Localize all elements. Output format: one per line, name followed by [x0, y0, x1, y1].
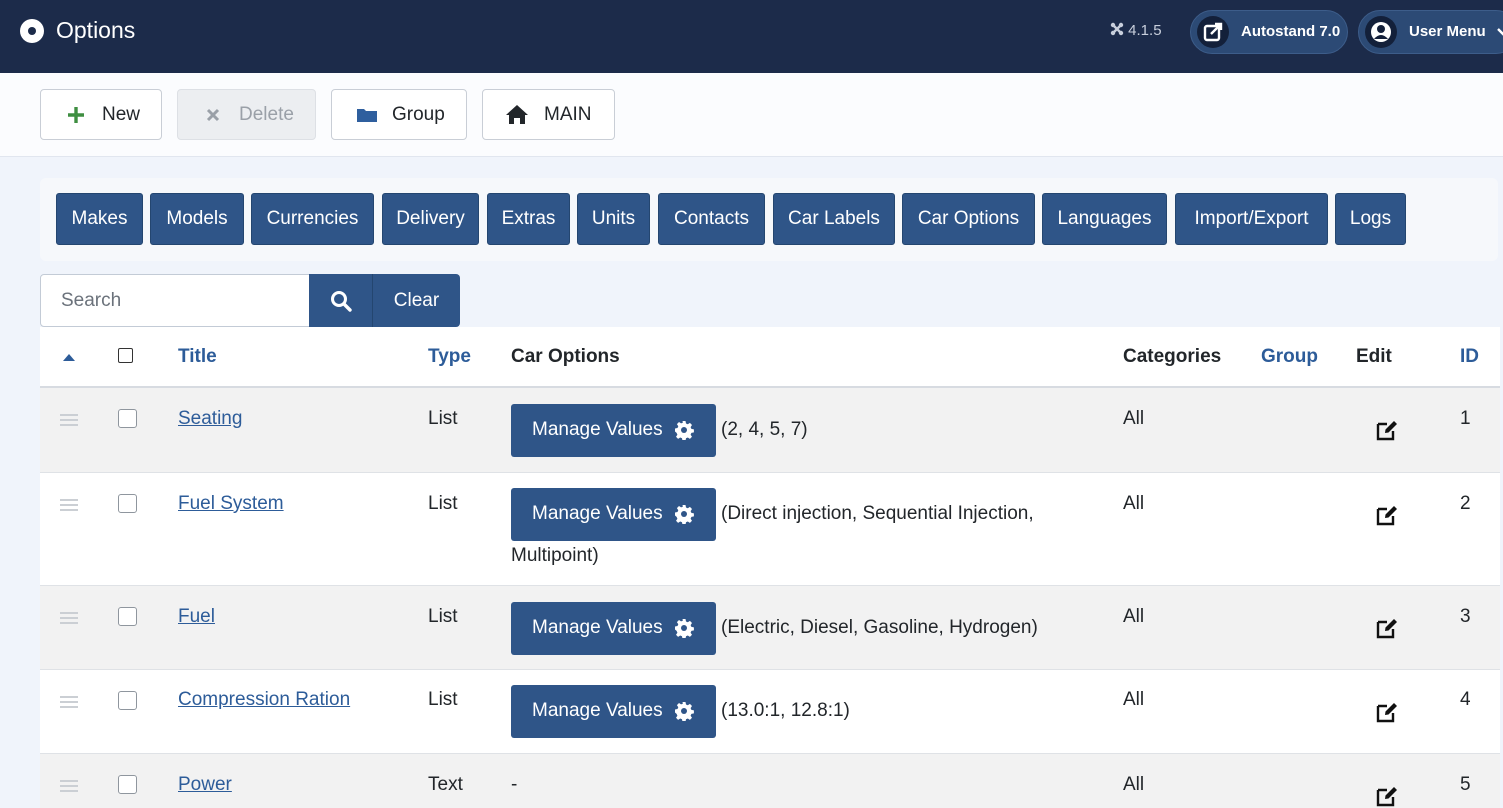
- nav-makes[interactable]: Makes: [56, 193, 143, 245]
- header-edit: Edit: [1356, 346, 1392, 367]
- close-icon: [206, 108, 220, 122]
- row-type: List: [428, 689, 458, 710]
- row-id: 3: [1460, 606, 1471, 627]
- row-title-link[interactable]: Power: [178, 774, 232, 796]
- version-text: 4.1.5: [1128, 22, 1162, 39]
- external-link-icon: [1197, 16, 1229, 48]
- row-checkbox[interactable]: [118, 775, 137, 794]
- search-button[interactable]: [309, 274, 372, 327]
- option-values: (13.0:1, 12.8:1): [721, 700, 850, 721]
- row-categories: All: [1123, 408, 1145, 429]
- option-values: -: [511, 774, 518, 795]
- row-id: 1: [1460, 408, 1471, 429]
- row-checkbox[interactable]: [118, 409, 137, 428]
- drag-handle-icon[interactable]: [60, 414, 78, 426]
- search-input[interactable]: Search: [40, 274, 310, 327]
- row-checkbox[interactable]: [118, 691, 137, 710]
- user-menu-label: User Menu: [1409, 23, 1486, 40]
- group-button-label: Group: [392, 104, 445, 125]
- row-id: 5: [1460, 774, 1471, 795]
- top-header: Options 4.1.5 Autostand 7.0 User Menu: [0, 0, 1503, 73]
- nav-contacts[interactable]: Contacts: [658, 193, 765, 245]
- row-type: Text: [428, 774, 463, 795]
- row-checkbox[interactable]: [118, 494, 137, 513]
- table-row: Fuel System List Manage Values (Direct i…: [40, 473, 1500, 586]
- row-id: 4: [1460, 689, 1471, 710]
- row-categories: All: [1123, 606, 1145, 627]
- table-row: Fuel List Manage Values (Electric, Diese…: [40, 586, 1500, 670]
- nav-car-options[interactable]: Car Options: [902, 193, 1035, 245]
- page-title: Options: [56, 17, 136, 43]
- edit-icon[interactable]: [1375, 700, 1399, 724]
- delete-button-label: Delete: [239, 104, 294, 125]
- row-categories: All: [1123, 774, 1145, 795]
- nav-delivery[interactable]: Delivery: [382, 193, 479, 245]
- joomla-options-icon: [20, 19, 44, 43]
- sort-ascending-icon[interactable]: [62, 352, 76, 362]
- row-categories: All: [1123, 689, 1145, 710]
- row-title-link[interactable]: Seating: [178, 408, 242, 430]
- nav-models[interactable]: Models: [150, 193, 244, 245]
- version-label: 4.1.5: [1110, 22, 1162, 39]
- plus-icon: [68, 107, 84, 123]
- nav-currencies[interactable]: Currencies: [251, 193, 374, 245]
- group-button[interactable]: Group: [331, 89, 467, 140]
- header-categories: Categories: [1123, 346, 1222, 367]
- clear-button[interactable]: Clear: [372, 274, 460, 327]
- drag-handle-icon[interactable]: [60, 780, 78, 792]
- main-button-label: MAIN: [544, 104, 592, 125]
- nav-units[interactable]: Units: [577, 193, 650, 245]
- header-id[interactable]: ID: [1460, 346, 1479, 368]
- nav-languages[interactable]: Languages: [1042, 193, 1167, 245]
- option-values: (2, 4, 5, 7): [721, 419, 808, 440]
- toolbar: New Delete Group MAIN: [0, 73, 1503, 157]
- nav-extras[interactable]: Extras: [487, 193, 570, 245]
- home-icon: [506, 105, 528, 124]
- new-button-label: New: [102, 104, 141, 125]
- table-row: Compression Ration List Manage Values (1…: [40, 670, 1500, 754]
- row-title-link[interactable]: Fuel: [178, 606, 215, 628]
- nav-logs[interactable]: Logs: [1335, 193, 1406, 245]
- header-type[interactable]: Type: [428, 346, 471, 368]
- edit-icon[interactable]: [1375, 616, 1399, 640]
- header-car-options: Car Options: [511, 346, 620, 367]
- header-title[interactable]: Title: [178, 346, 217, 368]
- new-button[interactable]: New: [40, 89, 162, 140]
- drag-handle-icon[interactable]: [60, 612, 78, 624]
- edit-icon[interactable]: [1375, 418, 1399, 442]
- chevron-down-icon: [1497, 28, 1503, 36]
- delete-button[interactable]: Delete: [177, 89, 316, 140]
- folder-icon: [357, 109, 377, 122]
- nav-car-labels[interactable]: Car Labels: [773, 193, 895, 245]
- main-button[interactable]: MAIN: [482, 89, 615, 140]
- table-row: Power Text - All 5: [40, 754, 1500, 808]
- option-values: (Electric, Diesel, Gasoline, Hydrogen): [721, 617, 1038, 638]
- row-type: List: [428, 493, 458, 514]
- row-title-link[interactable]: Compression Ration: [178, 689, 350, 711]
- row-categories: All: [1123, 493, 1145, 514]
- search-icon: [331, 291, 352, 312]
- table-header: Title Type Car Options Categories Group …: [40, 327, 1500, 388]
- edit-icon[interactable]: [1375, 503, 1399, 527]
- user-avatar-icon: [1365, 16, 1397, 48]
- select-all-checkbox[interactable]: [118, 348, 133, 363]
- drag-handle-icon[interactable]: [60, 499, 78, 511]
- row-checkbox[interactable]: [118, 607, 137, 626]
- drag-handle-icon[interactable]: [60, 696, 78, 708]
- nav-import-export[interactable]: Import/Export: [1175, 193, 1328, 245]
- option-values: (Direct injection, Sequential Injection,…: [511, 503, 1034, 566]
- edit-icon[interactable]: [1375, 784, 1399, 808]
- header-group[interactable]: Group: [1261, 346, 1318, 368]
- joomla-icon: [1110, 22, 1124, 36]
- row-id: 2: [1460, 493, 1471, 514]
- row-type: List: [428, 606, 458, 627]
- user-menu-button[interactable]: User Menu: [1358, 10, 1503, 54]
- sub-navigation: Makes Models Currencies Delivery Extras …: [40, 178, 1498, 261]
- site-link-button[interactable]: Autostand 7.0: [1190, 10, 1348, 54]
- row-title-link[interactable]: Fuel System: [178, 493, 284, 515]
- table-row: Seating List Manage Values (2, 4, 5, 7) …: [40, 388, 1500, 473]
- site-link-label: Autostand 7.0: [1241, 23, 1341, 40]
- row-type: List: [428, 408, 458, 429]
